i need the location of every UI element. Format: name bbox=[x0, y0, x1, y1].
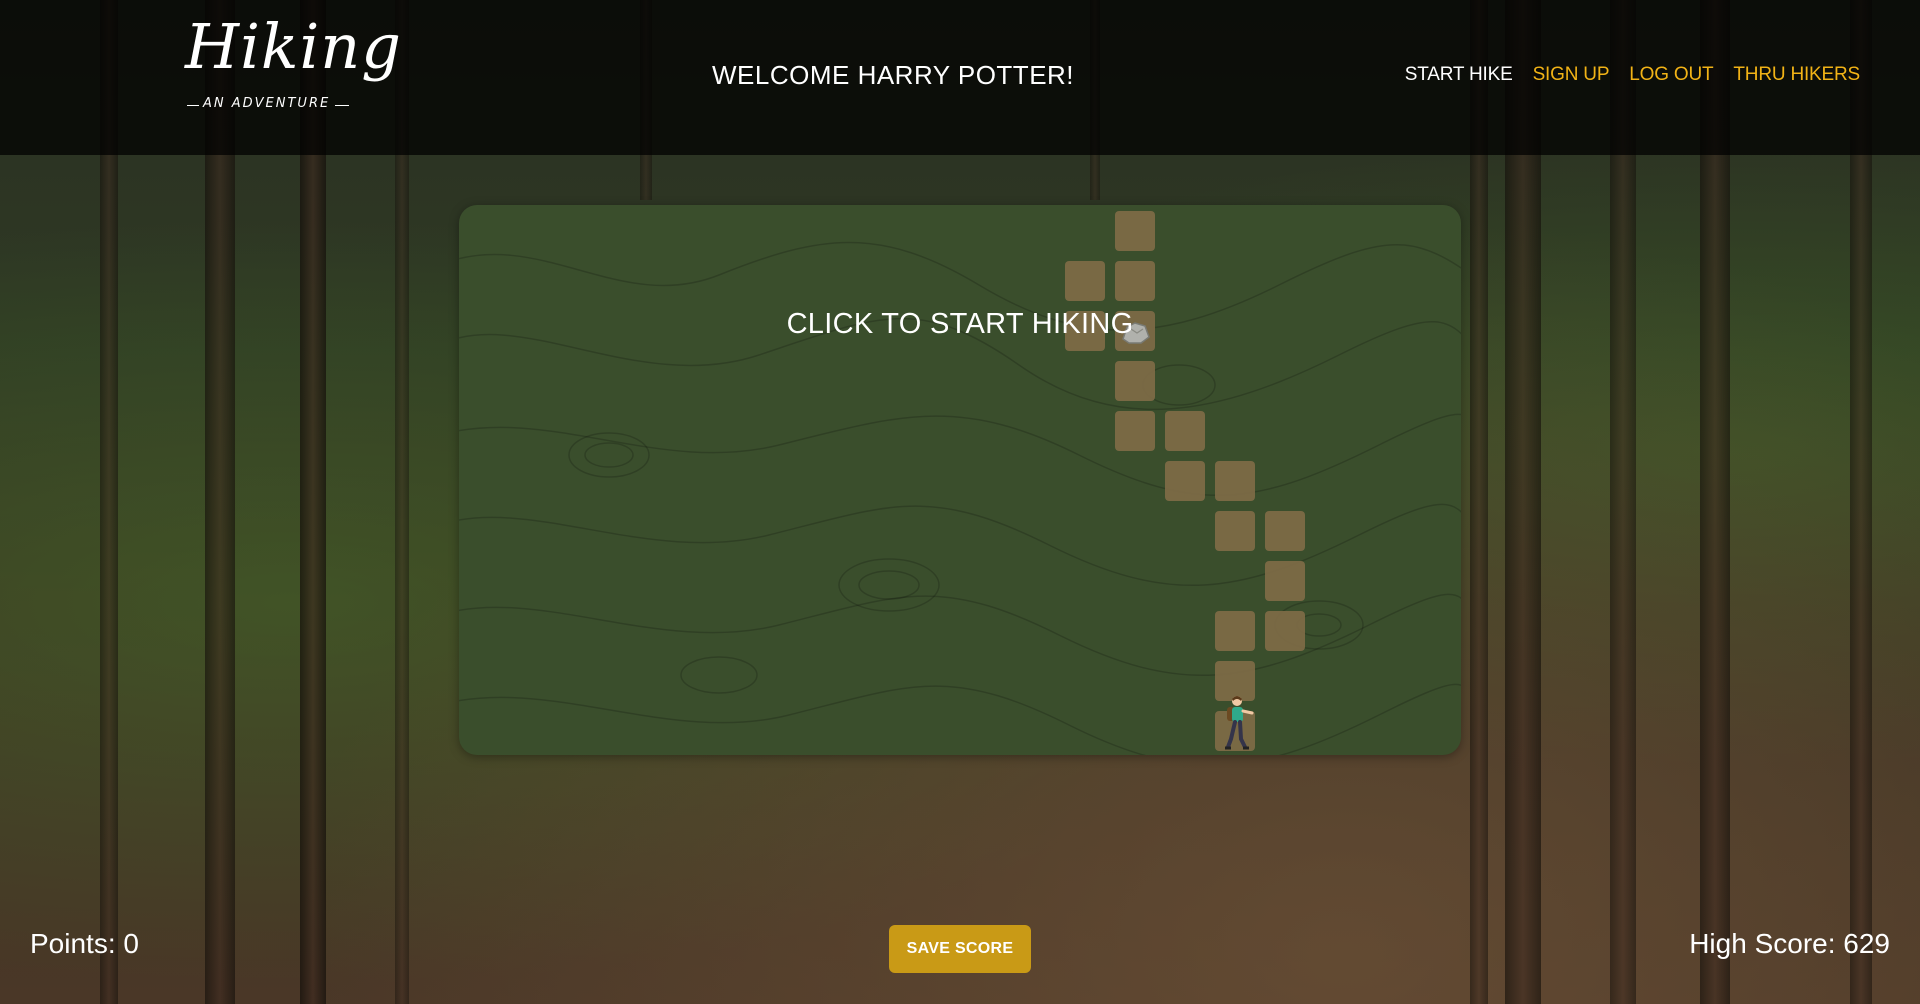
start-prompt[interactable]: CLICK TO START HIKING bbox=[459, 308, 1461, 341]
nav-sign-up[interactable]: SIGN UP bbox=[1533, 64, 1610, 86]
trail-tile bbox=[1165, 461, 1205, 501]
logo-subtitle: AN ADVENTURE bbox=[203, 96, 331, 111]
welcome-message: WELCOME HARRY POTTER! bbox=[712, 60, 1075, 90]
logo-divider bbox=[335, 105, 349, 106]
nav-start-hike[interactable]: START HIKE bbox=[1405, 64, 1513, 86]
trail-tile bbox=[1115, 411, 1155, 451]
topo-map-pattern bbox=[459, 241, 1461, 755]
header: Hiking AN ADVENTURE WELCOME HARRY POTTER… bbox=[0, 0, 1920, 155]
nav-thru-hikers[interactable]: THRU HIKERS bbox=[1733, 64, 1860, 86]
trail-tile bbox=[1065, 261, 1105, 301]
logo[interactable]: Hiking AN ADVENTURE bbox=[185, 10, 401, 140]
main-nav: START HIKE SIGN UP LOG OUT THRU HIKERS bbox=[1405, 64, 1860, 86]
save-score-button[interactable]: SAVE SCORE bbox=[889, 925, 1031, 973]
logo-divider bbox=[187, 105, 199, 106]
trail-tile bbox=[1265, 511, 1305, 551]
trail-tile bbox=[1115, 211, 1155, 251]
trail-tile bbox=[1115, 261, 1155, 301]
nav-log-out[interactable]: LOG OUT bbox=[1629, 64, 1713, 86]
trail-tile bbox=[1215, 611, 1255, 651]
trail-tile bbox=[1115, 361, 1155, 401]
trail-tile bbox=[1265, 611, 1305, 651]
high-score: High Score: 629 bbox=[1689, 928, 1890, 959]
logo-title: Hiking bbox=[185, 10, 402, 83]
trail-tile bbox=[1215, 511, 1255, 551]
game-board[interactable]: CLICK TO START HIKING bbox=[459, 205, 1461, 755]
points-counter: Points: 0 bbox=[30, 928, 139, 959]
hiker-icon bbox=[1225, 696, 1254, 750]
trail-tile bbox=[1165, 411, 1205, 451]
trail-tile bbox=[1265, 561, 1305, 601]
trail-tile bbox=[1215, 461, 1255, 501]
